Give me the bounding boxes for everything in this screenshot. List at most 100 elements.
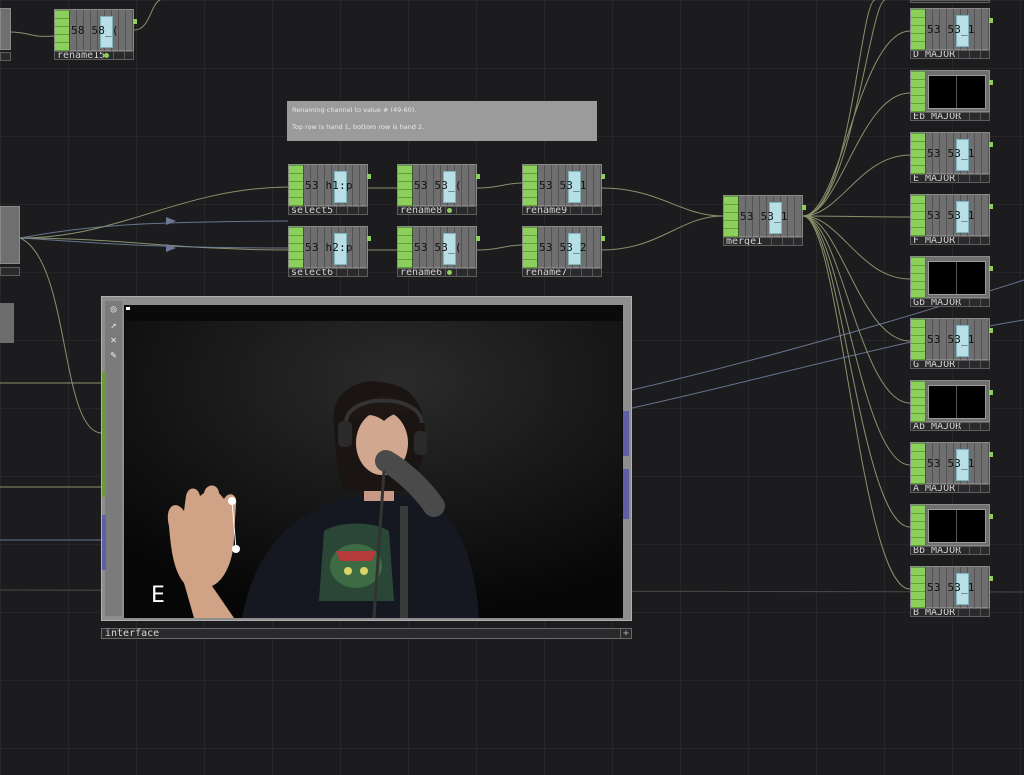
output-connector[interactable] [989,328,993,333]
node-select5[interactable]: 53 h1:p select5 [288,164,371,215]
node-E_MAJOR[interactable]: 53 53_1 E_MAJOR [910,132,993,183]
comment-line-1: Renaming channel to value # (49-60). [292,106,417,114]
node-B_MAJOR[interactable]: 53 53_1 B_MAJOR [910,566,993,617]
viewer-toolbar: ◎ ↗ ✕ ✎ [105,301,122,616]
detected-chord-letter: E [151,583,165,608]
performer-image [124,321,622,618]
node-flags[interactable] [398,227,413,269]
node-flags[interactable] [398,165,413,207]
node-label: rename6 [400,268,443,277]
interface-container[interactable]: ◎ ↗ ✕ ✎ E [101,296,632,621]
node-flags[interactable] [911,567,926,609]
node-rename9[interactable]: 53 53_1 rename9 [522,164,605,215]
node-flags[interactable] [289,227,304,269]
node-Bb_MAJOR[interactable]: Bb_MAJOR [910,504,993,555]
output-connector[interactable] [476,174,480,179]
node-flags[interactable] [911,257,926,299]
interface-label-bar[interactable]: interface + [101,628,632,639]
node-rename7[interactable]: 53 53_2 rename7 [522,226,605,277]
node-A_MAJOR[interactable]: 53 53_1 A_MAJOR [910,442,993,493]
partial-node-top-right-label [910,0,990,3]
node-rename6[interactable]: 53 53_( rename6 [397,226,480,277]
node-label: rename8 [400,206,443,215]
expand-button[interactable]: + [620,629,631,639]
output-connector[interactable] [989,18,993,23]
node-label: interface [105,628,160,639]
node-flags[interactable] [289,165,304,207]
node-F_MAJOR[interactable]: 53 53_1 F_MAJOR [910,194,993,245]
node-select6[interactable]: 53 h2:p select6 [288,226,371,277]
node-Gb_MAJOR[interactable]: Gb_MAJOR [910,256,993,307]
node-flags[interactable] [523,227,538,269]
output-connector[interactable] [989,204,993,209]
network-comment[interactable]: Renaming channel to value # (49-60). Top… [287,101,597,141]
node-Eb_MAJOR[interactable]: Eb_MAJOR [910,70,993,121]
node-D_MAJOR[interactable]: 53 53_1 D_MAJOR [910,8,993,59]
node-label: rename7 [525,268,568,277]
output-connector[interactable] [989,514,993,519]
pin-icon[interactable]: ↗ [106,319,121,332]
node-stat: 53 53_1 [927,333,975,346]
output-connector[interactable] [601,236,605,241]
output-pins[interactable] [623,301,629,619]
node-label: merge1 [726,237,763,246]
node-label: rename15 [57,51,106,60]
node-viewer [928,261,986,295]
node-stat: 53 53_( [414,179,462,192]
output-connector[interactable] [989,266,993,271]
node-flags[interactable] [911,505,926,547]
node-stat: 53 53_1 [927,209,975,222]
output-connector[interactable] [989,142,993,147]
node-flags[interactable] [523,165,538,207]
node-flags[interactable] [911,195,926,237]
output-connector[interactable] [476,236,480,241]
output-connector[interactable] [989,576,993,581]
node-flags[interactable] [724,196,739,238]
node-stat: 53 h2:p [305,241,353,254]
output-connector[interactable] [367,236,371,241]
output-connector[interactable] [989,390,993,395]
node-label: E_MAJOR [913,174,956,183]
node-stat: 53 53_1 [927,581,975,594]
node-label: D_MAJOR [913,50,956,59]
node-label: F_MAJOR [913,236,956,245]
close-icon[interactable]: ✕ [106,334,121,347]
output-connector[interactable] [601,174,605,179]
input-pins-green[interactable] [102,372,106,497]
node-flags[interactable] [911,9,926,51]
node-Ab_MAJOR[interactable]: Ab_MAJOR [910,380,993,431]
node-viewer [928,75,986,109]
node-flags[interactable] [55,10,70,52]
node-stat: 53 53_1 [927,147,975,160]
node-rename8[interactable]: 53 53_( rename8 [397,164,480,215]
node-stat: 53 h1:p [305,179,353,192]
output-connector[interactable] [989,80,993,85]
partial-node-left-mid[interactable] [0,206,20,264]
node-flags[interactable] [911,319,926,361]
node-label: rename9 [525,206,568,215]
output-connector[interactable] [367,174,371,179]
paint-icon[interactable]: ✎ [106,349,121,362]
output-connector[interactable] [802,205,806,210]
node-label: B_MAJOR [913,608,956,617]
input-pins-blue[interactable] [102,515,106,570]
node-flags[interactable] [911,133,926,175]
node-flags[interactable] [911,381,926,423]
partial-node-left-mid-label [0,267,20,276]
node-G_MAJOR[interactable]: 53 53_1 G_MAJOR [910,318,993,369]
partial-node-left-box[interactable] [0,303,14,343]
node-viewer [928,509,986,543]
node-stat: 53 53_1 [740,210,788,223]
node-merge1[interactable]: 53 53_1 merge1 [723,195,806,246]
output-connector[interactable] [133,19,137,24]
node-stat: 53 53_( [414,241,462,254]
partial-node-left-top[interactable] [0,8,11,50]
node-flags[interactable] [911,443,926,485]
interface-viewer[interactable]: E [124,305,627,618]
node-rename15[interactable]: 58 58_( rename15 [54,9,137,60]
target-icon[interactable]: ◎ [106,303,121,316]
output-connector[interactable] [989,452,993,457]
node-flags[interactable] [911,71,926,113]
node-label: G_MAJOR [913,360,956,369]
node-label: Ab_MAJOR [913,422,962,431]
